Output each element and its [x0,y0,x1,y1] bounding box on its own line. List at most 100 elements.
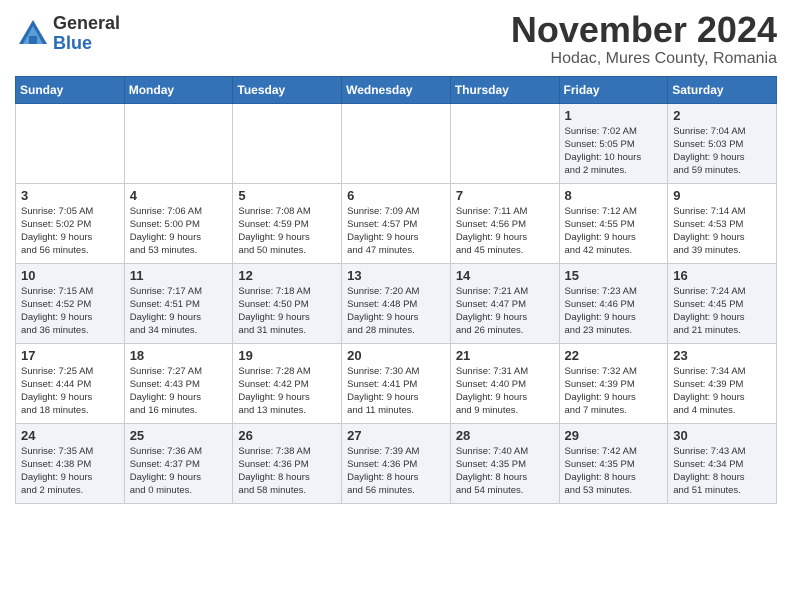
day-number: 15 [565,268,663,283]
day-number: 13 [347,268,445,283]
title-area: November 2024 Hodac, Mures County, Roman… [511,10,777,68]
day-info: Sunrise: 7:06 AM Sunset: 5:00 PM Dayligh… [130,205,228,258]
day-info: Sunrise: 7:38 AM Sunset: 4:36 PM Dayligh… [238,445,336,498]
calendar-day-cell: 26 Sunrise: 7:38 AM Sunset: 4:36 PM Dayli… [233,423,342,503]
day-number: 20 [347,348,445,363]
calendar-day-cell: 12Sunrise: 7:18 AM Sunset: 4:50 PM Dayli… [233,263,342,343]
day-number: 10 [21,268,119,283]
day-info: Sunrise: 7:28 AM Sunset: 4:42 PM Dayligh… [238,365,336,418]
day-of-week-header: Wednesday [342,76,451,103]
day-number: 14 [456,268,554,283]
calendar-day-cell: 17 Sunrise: 7:25 AM Sunset: 4:44 PM Dayli… [16,343,125,423]
day-number: 5 [238,188,336,203]
calendar-day-cell: 24 Sunrise: 7:35 AM Sunset: 4:38 PM Dayli… [16,423,125,503]
day-info: Sunrise: 7:39 AM Sunset: 4:36 PM Dayligh… [347,445,445,498]
calendar-day-cell [450,103,559,183]
calendar-day-cell: 30 Sunrise: 7:43 AM Sunset: 4:34 PM Dayli… [668,423,777,503]
day-of-week-header: Tuesday [233,76,342,103]
calendar-day-cell: 14 Sunrise: 7:21 AM Sunset: 4:47 PM Dayli… [450,263,559,343]
day-number: 6 [347,188,445,203]
calendar-day-cell: 18 Sunrise: 7:27 AM Sunset: 4:43 PM Dayli… [124,343,233,423]
calendar-day-cell [16,103,125,183]
logo-icon [15,16,51,52]
header: General Blue November 2024 Hodac, Mures … [15,10,777,68]
calendar-week-row: 17 Sunrise: 7:25 AM Sunset: 4:44 PM Dayli… [16,343,777,423]
day-of-week-header: Thursday [450,76,559,103]
day-info: Sunrise: 7:21 AM Sunset: 4:47 PM Dayligh… [456,285,554,338]
calendar-day-cell: 1 Sunrise: 7:02 AM Sunset: 5:05 PM Daylig… [559,103,668,183]
calendar-day-cell: 19 Sunrise: 7:28 AM Sunset: 4:42 PM Dayli… [233,343,342,423]
calendar-week-row: 10Sunrise: 7:15 AM Sunset: 4:52 PM Dayli… [16,263,777,343]
calendar-week-row: 1 Sunrise: 7:02 AM Sunset: 5:05 PM Daylig… [16,103,777,183]
day-number: 26 [238,428,336,443]
day-number: 27 [347,428,445,443]
day-number: 24 [21,428,119,443]
day-info: Sunrise: 7:05 AM Sunset: 5:02 PM Dayligh… [21,205,119,258]
day-info: Sunrise: 7:18 AM Sunset: 4:50 PM Dayligh… [238,285,336,338]
calendar-day-cell: 6 Sunrise: 7:09 AM Sunset: 4:57 PM Daylig… [342,183,451,263]
calendar-day-cell: 16 Sunrise: 7:24 AM Sunset: 4:45 PM Dayli… [668,263,777,343]
day-number: 22 [565,348,663,363]
day-info: Sunrise: 7:02 AM Sunset: 5:05 PM Dayligh… [565,125,663,178]
calendar-day-cell: 29Sunrise: 7:42 AM Sunset: 4:35 PM Dayli… [559,423,668,503]
day-number: 17 [21,348,119,363]
day-info: Sunrise: 7:30 AM Sunset: 4:41 PM Dayligh… [347,365,445,418]
calendar-day-cell: 25 Sunrise: 7:36 AM Sunset: 4:37 PM Dayli… [124,423,233,503]
calendar-day-cell: 10Sunrise: 7:15 AM Sunset: 4:52 PM Dayli… [16,263,125,343]
calendar-day-cell: 13 Sunrise: 7:20 AM Sunset: 4:48 PM Dayli… [342,263,451,343]
calendar-day-cell: 27 Sunrise: 7:39 AM Sunset: 4:36 PM Dayli… [342,423,451,503]
day-number: 8 [565,188,663,203]
calendar-day-cell: 8 Sunrise: 7:12 AM Sunset: 4:55 PM Daylig… [559,183,668,263]
calendar-day-cell: 3 Sunrise: 7:05 AM Sunset: 5:02 PM Daylig… [16,183,125,263]
month-title: November 2024 [511,10,777,50]
logo-blue-text: Blue [53,34,120,54]
day-number: 30 [673,428,771,443]
day-number: 2 [673,108,771,123]
calendar-week-row: 3 Sunrise: 7:05 AM Sunset: 5:02 PM Daylig… [16,183,777,263]
logo: General Blue [15,14,120,54]
day-number: 16 [673,268,771,283]
calendar-day-cell: 4 Sunrise: 7:06 AM Sunset: 5:00 PM Daylig… [124,183,233,263]
day-number: 11 [130,268,228,283]
day-number: 18 [130,348,228,363]
day-info: Sunrise: 7:36 AM Sunset: 4:37 PM Dayligh… [130,445,228,498]
day-number: 29 [565,428,663,443]
day-info: Sunrise: 7:25 AM Sunset: 4:44 PM Dayligh… [21,365,119,418]
calendar-day-cell: 22 Sunrise: 7:32 AM Sunset: 4:39 PM Dayli… [559,343,668,423]
day-info: Sunrise: 7:27 AM Sunset: 4:43 PM Dayligh… [130,365,228,418]
calendar-day-cell [124,103,233,183]
day-info: Sunrise: 7:40 AM Sunset: 4:35 PM Dayligh… [456,445,554,498]
calendar-day-cell: 5Sunrise: 7:08 AM Sunset: 4:59 PM Daylig… [233,183,342,263]
day-info: Sunrise: 7:12 AM Sunset: 4:55 PM Dayligh… [565,205,663,258]
day-number: 3 [21,188,119,203]
calendar-day-cell: 9Sunrise: 7:14 AM Sunset: 4:53 PM Daylig… [668,183,777,263]
day-number: 1 [565,108,663,123]
day-number: 21 [456,348,554,363]
day-of-week-header: Friday [559,76,668,103]
day-number: 4 [130,188,228,203]
day-info: Sunrise: 7:04 AM Sunset: 5:03 PM Dayligh… [673,125,771,178]
calendar-table: SundayMondayTuesdayWednesdayThursdayFrid… [15,76,777,504]
day-info: Sunrise: 7:31 AM Sunset: 4:40 PM Dayligh… [456,365,554,418]
day-info: Sunrise: 7:09 AM Sunset: 4:57 PM Dayligh… [347,205,445,258]
calendar-day-cell: 23Sunrise: 7:34 AM Sunset: 4:39 PM Dayli… [668,343,777,423]
day-info: Sunrise: 7:17 AM Sunset: 4:51 PM Dayligh… [130,285,228,338]
day-number: 19 [238,348,336,363]
calendar-header-row: SundayMondayTuesdayWednesdayThursdayFrid… [16,76,777,103]
day-of-week-header: Sunday [16,76,125,103]
logo-general-text: General [53,14,120,34]
day-info: Sunrise: 7:43 AM Sunset: 4:34 PM Dayligh… [673,445,771,498]
calendar-week-row: 24 Sunrise: 7:35 AM Sunset: 4:38 PM Dayli… [16,423,777,503]
day-info: Sunrise: 7:32 AM Sunset: 4:39 PM Dayligh… [565,365,663,418]
day-info: Sunrise: 7:24 AM Sunset: 4:45 PM Dayligh… [673,285,771,338]
calendar-day-cell: 28Sunrise: 7:40 AM Sunset: 4:35 PM Dayli… [450,423,559,503]
day-info: Sunrise: 7:35 AM Sunset: 4:38 PM Dayligh… [21,445,119,498]
day-info: Sunrise: 7:20 AM Sunset: 4:48 PM Dayligh… [347,285,445,338]
day-number: 9 [673,188,771,203]
day-number: 25 [130,428,228,443]
calendar-day-cell [233,103,342,183]
day-number: 23 [673,348,771,363]
calendar-day-cell [342,103,451,183]
calendar-body: 1 Sunrise: 7:02 AM Sunset: 5:05 PM Daylig… [16,103,777,503]
calendar-day-cell: 7Sunrise: 7:11 AM Sunset: 4:56 PM Daylig… [450,183,559,263]
